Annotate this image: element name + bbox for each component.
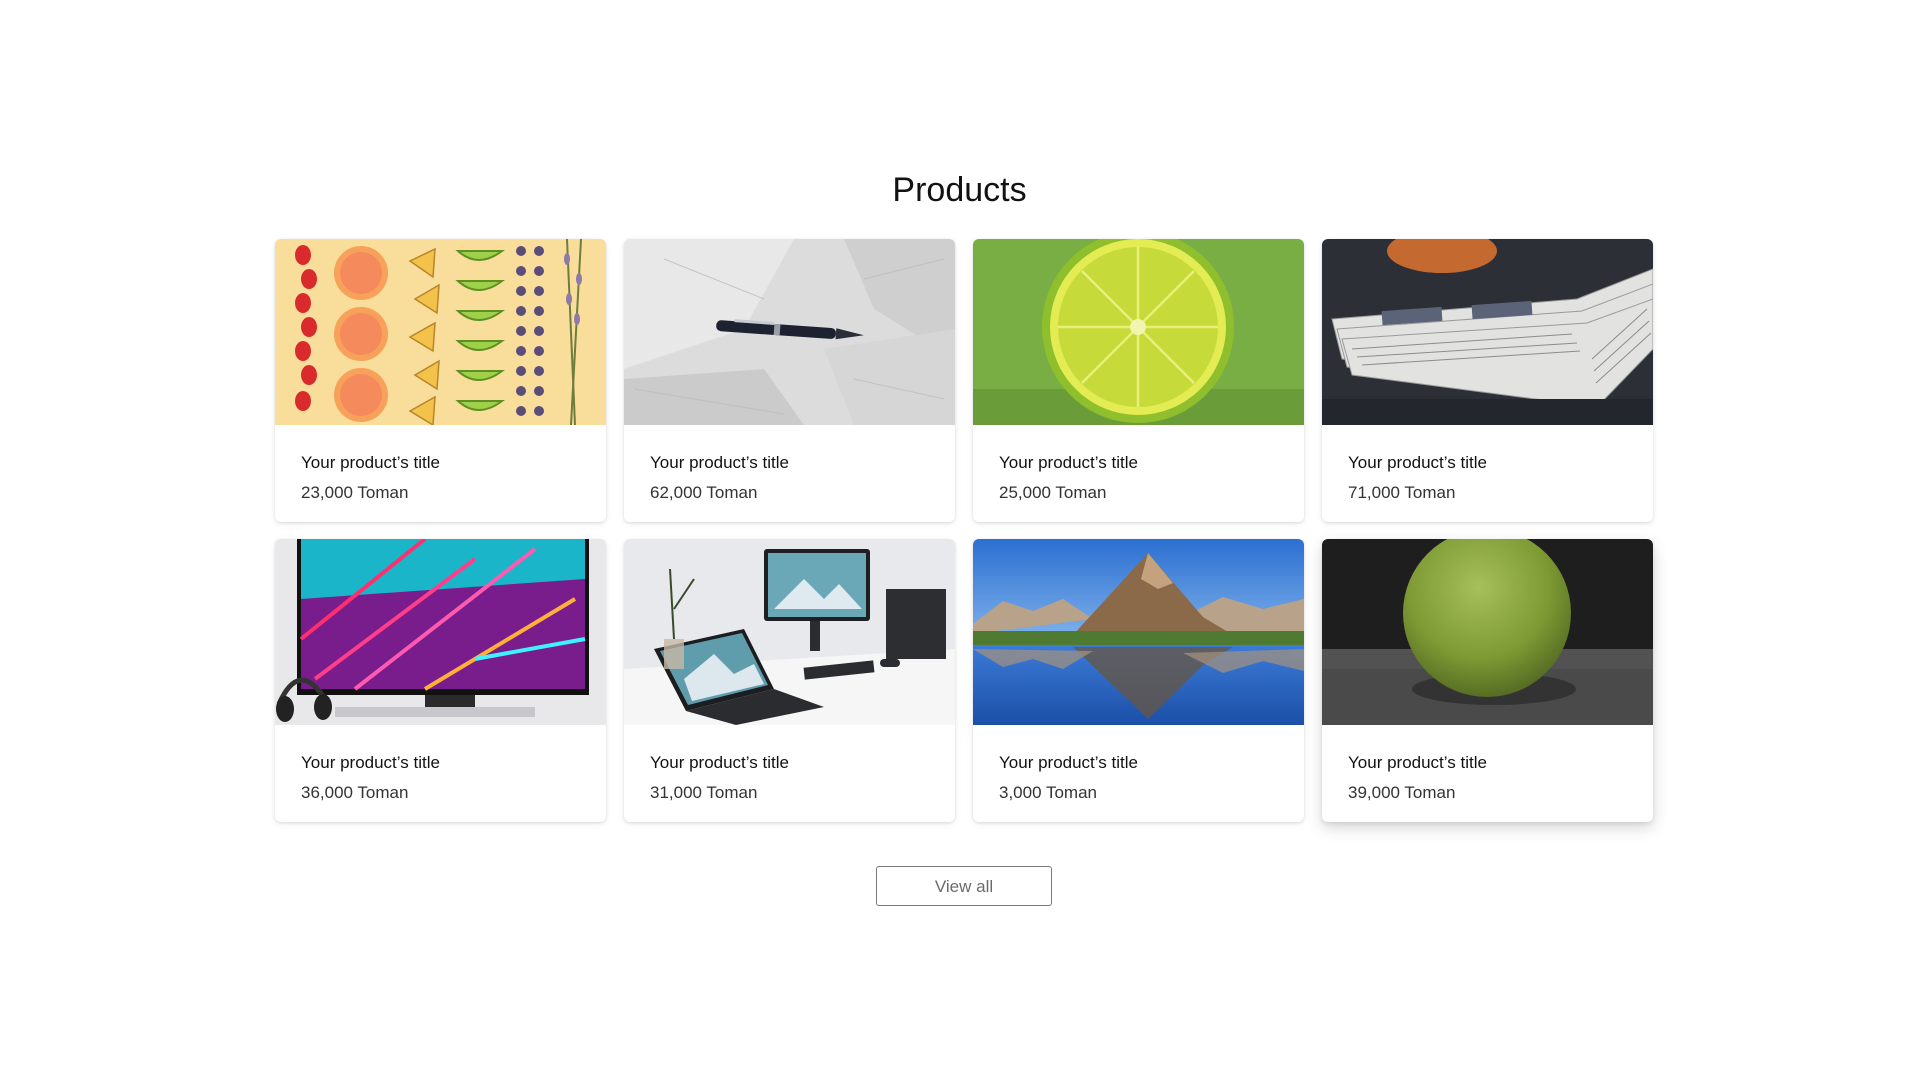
desk-setup-image (624, 539, 955, 725)
product-grid: Your product’s title 23,000 Toman Your p… (275, 239, 1655, 822)
product-title[interactable]: Your product’s title (301, 451, 580, 475)
product-title[interactable]: Your product’s title (1348, 751, 1627, 775)
product-title[interactable]: Your product’s title (301, 751, 580, 775)
product-image-desk-setup[interactable] (624, 539, 955, 725)
product-title[interactable]: Your product’s title (999, 451, 1278, 475)
product-card[interactable]: Your product’s title 25,000 Toman (973, 239, 1304, 522)
pen-on-paper-image (624, 239, 955, 425)
mountain-lake-image (973, 539, 1304, 725)
product-price: 36,000 Toman (301, 783, 409, 802)
product-card[interactable]: Your product’s title 23,000 Toman (275, 239, 606, 522)
product-image-green-pear[interactable] (1322, 539, 1653, 725)
product-price: 39,000 Toman (1348, 783, 1456, 802)
product-image-newspaper-stack[interactable] (1322, 239, 1653, 425)
featured-products-section: Products Your product’s title 23,000 Tom… (0, 0, 1919, 1080)
product-title[interactable]: Your product’s title (999, 751, 1278, 775)
product-image-pen-on-paper[interactable] (624, 239, 955, 425)
product-card[interactable]: Your product’s title 3,000 Toman (973, 539, 1304, 822)
product-card[interactable]: Your product’s title 36,000 Toman (275, 539, 606, 822)
product-title[interactable]: Your product’s title (650, 751, 929, 775)
product-title[interactable]: Your product’s title (650, 451, 929, 475)
product-price: 31,000 Toman (650, 783, 758, 802)
view-all-button[interactable]: View all (876, 866, 1052, 906)
product-price: 23,000 Toman (301, 483, 409, 502)
product-image-gaming-monitor[interactable] (275, 539, 606, 725)
product-card[interactable]: Your product’s title 71,000 Toman (1322, 239, 1653, 522)
product-image-mountain-lake[interactable] (973, 539, 1304, 725)
product-image-lime-slice[interactable] (973, 239, 1304, 425)
fruit-flatlay-image (275, 239, 606, 425)
product-card[interactable]: Your product’s title 31,000 Toman (624, 539, 955, 822)
product-image-fruit-flatlay[interactable] (275, 239, 606, 425)
product-card[interactable]: Your product’s title 39,000 Toman (1322, 539, 1653, 822)
lime-slice-image (973, 239, 1304, 425)
product-price: 25,000 Toman (999, 483, 1107, 502)
product-title[interactable]: Your product’s title (1348, 451, 1627, 475)
product-price: 71,000 Toman (1348, 483, 1456, 502)
product-price: 62,000 Toman (650, 483, 758, 502)
product-card[interactable]: Your product’s title 62,000 Toman (624, 239, 955, 522)
product-price: 3,000 Toman (999, 783, 1097, 802)
section-title: Products (892, 171, 1027, 209)
gaming-monitor-image (275, 539, 606, 725)
newspaper-stack-image (1322, 239, 1653, 425)
green-pear-image (1322, 539, 1653, 725)
